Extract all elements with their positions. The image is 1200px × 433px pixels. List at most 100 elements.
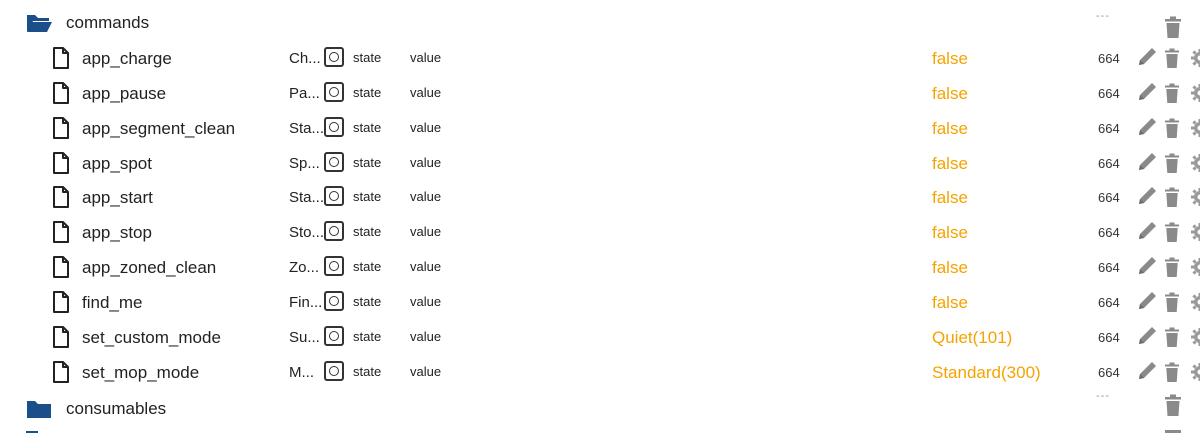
item-acl: 664: [1098, 51, 1120, 66]
trash-icon[interactable]: [1165, 362, 1179, 382]
item-role: state: [353, 329, 382, 344]
item-role: state: [353, 364, 382, 379]
role-icon: [324, 291, 344, 311]
list-item[interactable]: app_spot Sp... state value false 664: [0, 147, 1200, 182]
item-value[interactable]: false: [932, 83, 968, 105]
item-acl: 664: [1098, 260, 1120, 275]
gear-icon[interactable]: [1190, 327, 1200, 347]
item-name[interactable]: app_spot: [82, 153, 152, 175]
list-item[interactable]: app_zoned_clean Zo... state value false …: [0, 251, 1200, 286]
item-name[interactable]: app_zoned_clean: [82, 257, 216, 279]
list-item[interactable]: app_charge Ch... state value false 664: [0, 42, 1200, 77]
pencil-icon[interactable]: [1136, 81, 1158, 103]
trash-icon[interactable]: [1165, 48, 1179, 68]
gear-icon[interactable]: [1190, 48, 1200, 68]
file-icon: [53, 361, 69, 383]
folder-row-commands[interactable]: commands ---: [0, 6, 1200, 40]
item-name[interactable]: app_stop: [82, 222, 152, 244]
file-icon: [53, 256, 69, 278]
item-name[interactable]: set_custom_mode: [82, 327, 221, 349]
trash-icon[interactable]: [1165, 257, 1179, 277]
trash-icon[interactable]: [1165, 292, 1179, 312]
file-icon: [53, 152, 69, 174]
pencil-icon[interactable]: [1136, 360, 1158, 382]
role-icon: [324, 47, 344, 67]
item-name[interactable]: set_mop_mode: [82, 362, 199, 384]
role-icon: [324, 152, 344, 172]
item-acl: 664: [1098, 156, 1120, 171]
list-item[interactable]: app_start Sta... state value false 664: [0, 181, 1200, 216]
gear-icon[interactable]: [1190, 83, 1200, 103]
item-acl: 664: [1098, 190, 1120, 205]
item-role: state: [353, 224, 382, 239]
item-value[interactable]: false: [932, 153, 968, 175]
item-value[interactable]: false: [932, 187, 968, 209]
item-value-unit: (300): [1001, 363, 1041, 382]
folder-row-consumables[interactable]: consumables ---: [0, 390, 1200, 426]
trash-icon[interactable]: [1165, 153, 1179, 173]
item-type: value: [410, 224, 442, 239]
list-item[interactable]: find_me Fin... state value false 664: [0, 286, 1200, 321]
gear-icon[interactable]: [1190, 153, 1200, 173]
item-name[interactable]: app_charge: [82, 48, 172, 70]
gear-icon[interactable]: [1190, 257, 1200, 277]
list-item[interactable]: app_segment_clean Sta... state value fal…: [0, 112, 1200, 147]
item-value[interactable]: Quiet(101): [932, 327, 1012, 349]
pencil-icon[interactable]: [1136, 46, 1158, 68]
file-icon: [53, 47, 69, 69]
trash-icon[interactable]: [1165, 222, 1179, 242]
item-value[interactable]: false: [932, 48, 968, 70]
folder-open-icon[interactable]: [26, 13, 52, 33]
list-item[interactable]: app_pause Pa... state value false 664: [0, 77, 1200, 112]
gear-icon[interactable]: [1190, 222, 1200, 242]
pencil-icon[interactable]: [1136, 255, 1158, 277]
pencil-icon[interactable]: [1136, 116, 1158, 138]
item-title: Ch...: [289, 50, 321, 67]
item-value[interactable]: false: [932, 292, 968, 314]
pencil-icon[interactable]: [1136, 325, 1158, 347]
item-name[interactable]: app_segment_clean: [82, 118, 235, 140]
trash-icon[interactable]: [1165, 429, 1181, 433]
item-role: state: [353, 259, 382, 274]
item-name[interactable]: app_start: [82, 187, 153, 209]
gear-icon[interactable]: [1190, 292, 1200, 312]
file-icon: [53, 117, 69, 139]
trash-icon[interactable]: [1165, 118, 1179, 138]
gear-icon[interactable]: [1190, 362, 1200, 382]
item-type: value: [410, 364, 442, 379]
trash-icon[interactable]: [1165, 394, 1181, 416]
trash-icon[interactable]: [1165, 16, 1181, 38]
item-name[interactable]: app_pause: [82, 83, 166, 105]
pencil-icon[interactable]: [1136, 151, 1158, 173]
trash-icon[interactable]: [1165, 83, 1179, 103]
item-role: state: [353, 50, 382, 65]
item-value[interactable]: false: [932, 118, 968, 140]
gear-icon[interactable]: [1190, 118, 1200, 138]
item-title: Sto...: [289, 224, 325, 241]
file-icon: [53, 82, 69, 104]
item-title: Su...: [289, 329, 320, 346]
pencil-icon[interactable]: [1136, 220, 1158, 242]
list-item[interactable]: app_stop Sto... state value false 664: [0, 216, 1200, 251]
item-title: Sp...: [289, 155, 320, 172]
trash-icon[interactable]: [1165, 187, 1179, 207]
item-value[interactable]: false: [932, 257, 968, 279]
item-value[interactable]: false: [932, 222, 968, 244]
role-icon: [324, 361, 344, 381]
gear-icon[interactable]: [1190, 187, 1200, 207]
item-acl: 664: [1098, 86, 1120, 101]
list-item[interactable]: set_mop_mode M... state value Standard(3…: [0, 356, 1200, 391]
role-icon: [324, 326, 344, 346]
item-title: Fin...: [289, 294, 323, 311]
item-type: value: [410, 259, 442, 274]
trash-icon[interactable]: [1165, 327, 1179, 347]
pencil-icon[interactable]: [1136, 290, 1158, 312]
pencil-icon[interactable]: [1136, 185, 1158, 207]
item-acl: 664: [1098, 225, 1120, 240]
item-name[interactable]: find_me: [82, 292, 142, 314]
item-value[interactable]: Standard(300): [932, 362, 1041, 384]
list-item[interactable]: set_custom_mode Su... state value Quiet(…: [0, 321, 1200, 356]
acl-placeholder: ---: [1096, 10, 1110, 22]
folder-icon[interactable]: [26, 399, 52, 419]
item-title: Sta...: [289, 189, 325, 206]
